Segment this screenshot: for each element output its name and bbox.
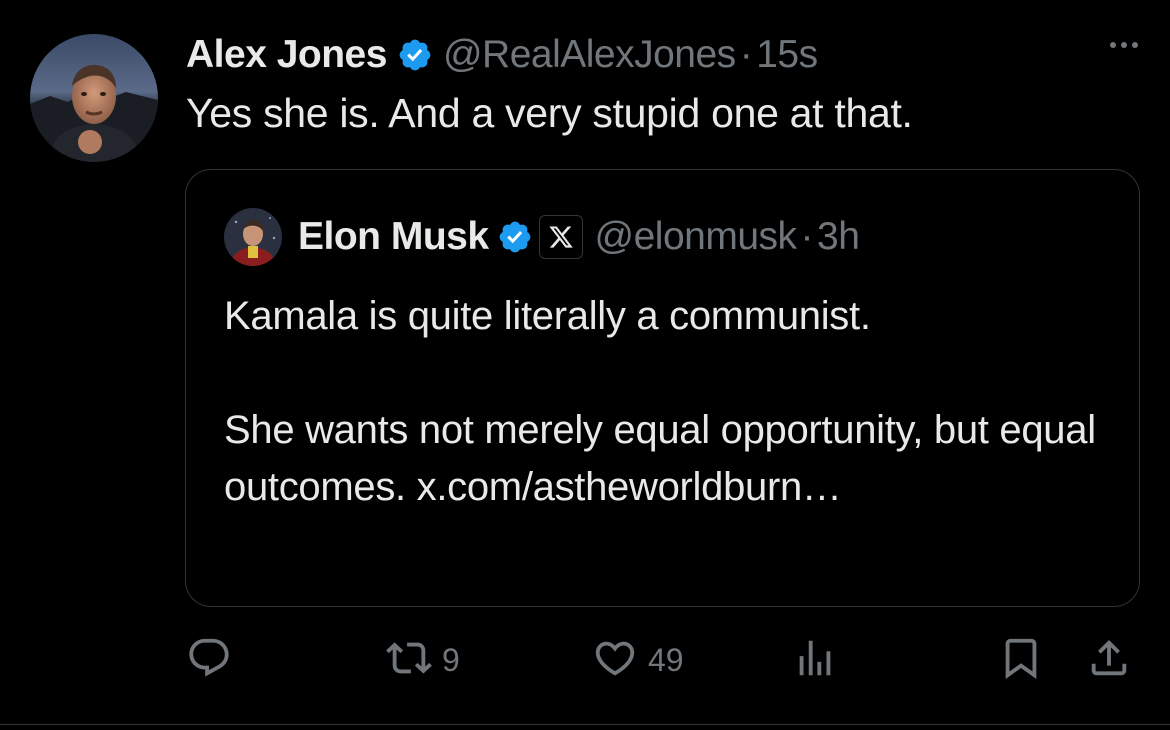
more-icon[interactable] [1110,42,1138,48]
repost-count: 9 [442,641,460,678]
author-avatar[interactable] [30,34,158,162]
quoted-author-handle[interactable]: @elonmusk [595,215,798,259]
tweet-text: Yes she is. And a very stupid one at tha… [186,90,913,136]
bookmark-icon [998,635,1044,686]
heart-icon [592,635,638,686]
verified-badge-icon[interactable] [497,219,533,255]
dot-separator: · [800,215,814,258]
author-handle[interactable]: @RealAlexJones [443,33,736,77]
analytics-icon [792,635,838,686]
like-count: 49 [648,641,684,678]
action-bar: 9 49 [186,630,1140,690]
quoted-author-name[interactable]: Elon Musk [298,215,489,259]
quoted-tweet-text: Kamala is quite literally a communist. S… [224,288,1104,516]
bookmark-button[interactable] [998,630,1044,690]
share-icon [1086,635,1132,686]
divider [0,724,1170,725]
reply-button[interactable] [186,630,242,690]
tweet-header: Alex Jones @RealAlexJones · 15s [186,30,818,80]
like-button[interactable]: 49 [592,630,684,690]
verified-badge-icon[interactable] [397,37,433,73]
reply-icon [186,635,232,686]
repost-button[interactable]: 9 [386,630,460,690]
author-name[interactable]: Alex Jones [186,33,387,77]
views-button[interactable] [792,630,838,690]
dot-separator: · [739,33,753,76]
quoted-tweet-time[interactable]: 3h [817,215,860,259]
tweet-time[interactable]: 15s [756,33,818,77]
share-button[interactable] [1086,630,1132,690]
quoted-tweet[interactable]: Elon Musk @elonmusk · 3h Kamala is quite… [185,169,1140,607]
quoted-author-avatar[interactable] [224,208,282,266]
quoted-paragraph-1: Kamala is quite literally a communist. [224,294,871,338]
repost-icon [386,635,432,686]
tweet[interactable]: Alex Jones @RealAlexJones · 15s Yes she … [0,0,1170,730]
quoted-paragraph-2: She wants not merely equal opportunity, … [224,408,1096,509]
quoted-header: Elon Musk @elonmusk · 3h [298,212,860,262]
x-logo-icon[interactable] [538,215,583,259]
